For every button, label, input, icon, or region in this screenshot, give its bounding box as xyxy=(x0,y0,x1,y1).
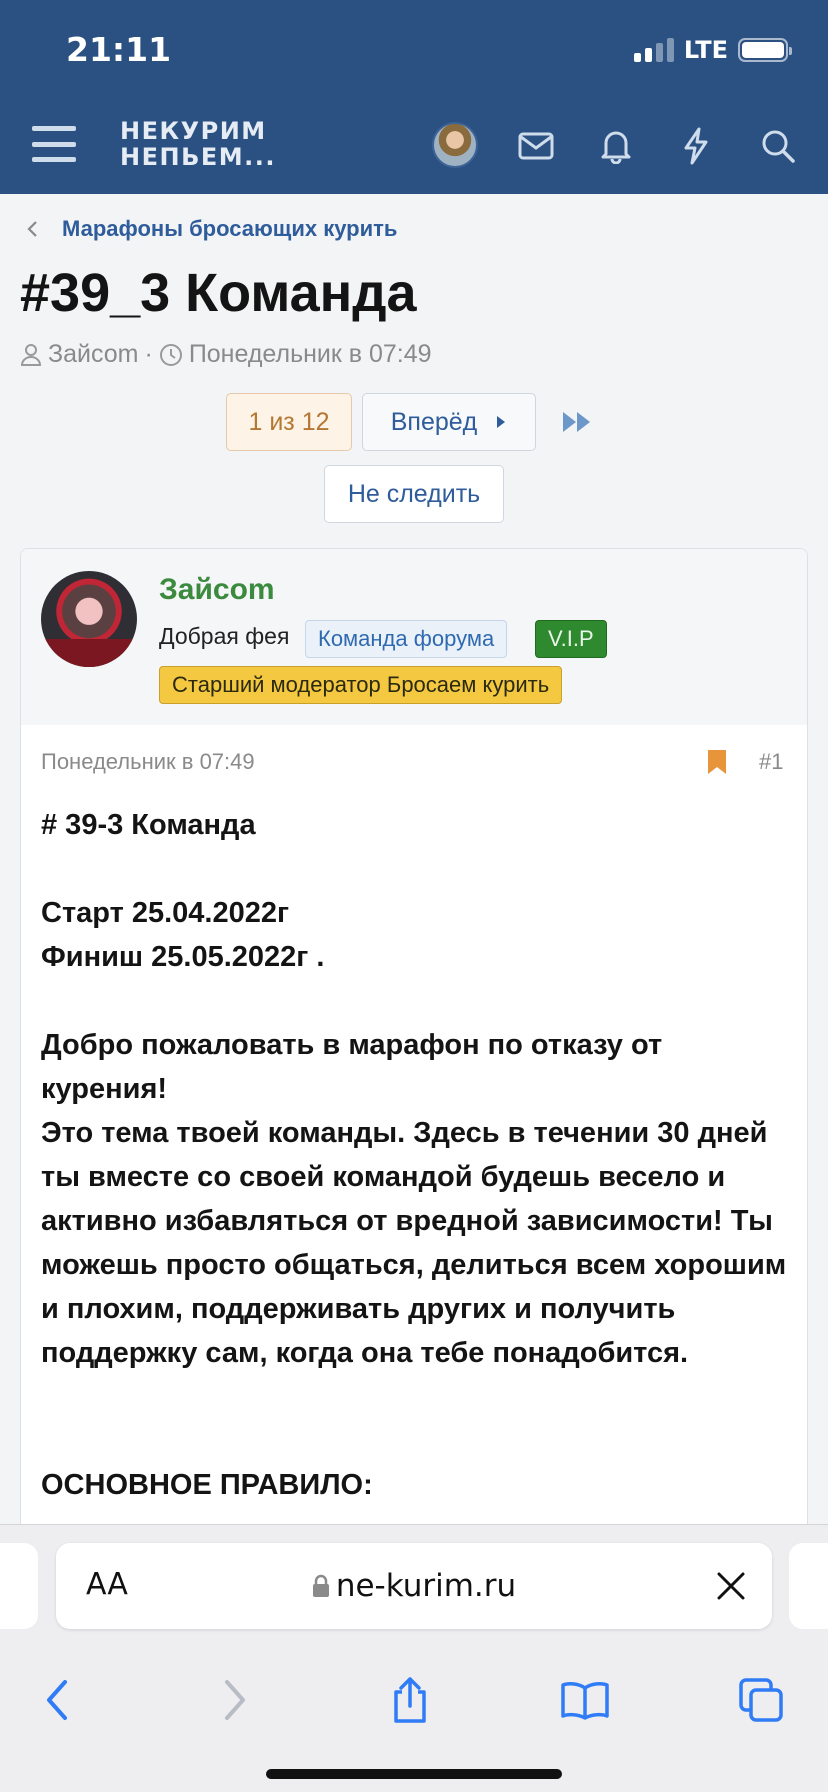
previous-tab-pill[interactable] xyxy=(0,1543,38,1629)
status-time: 21:11 xyxy=(66,30,172,69)
bookmarks-icon[interactable] xyxy=(560,1675,610,1725)
last-page-icon[interactable] xyxy=(560,405,594,439)
welcome-text: Добро пожаловать в марафон по отказу от … xyxy=(41,1029,663,1105)
status-indicators: LTE xyxy=(633,36,792,64)
description-text: Это тема твоей команды. Здесь в течении … xyxy=(41,1117,787,1369)
post-date[interactable]: Понедельник в 07:49 xyxy=(41,749,255,775)
site-logo[interactable]: НЕКУРИМ НЕПЬЕМ... xyxy=(120,118,276,170)
top-navigation-bar: 21:11 LTE НЕКУРИМ НЕПЬЕМ... xyxy=(0,0,828,194)
logo-line-1: НЕКУРИМ xyxy=(120,117,267,145)
forward-icon[interactable] xyxy=(210,1675,260,1725)
network-label: LTE xyxy=(683,36,728,64)
thread-date[interactable]: Понедельник в 07:49 xyxy=(189,340,432,369)
marathon-start: Старт 25.04.2022г xyxy=(41,897,290,929)
bell-icon[interactable] xyxy=(594,124,638,168)
next-page-button[interactable]: Вперёд xyxy=(362,393,536,451)
bookmark-icon[interactable] xyxy=(706,749,728,775)
logo-line-2: НЕПЬЕМ... xyxy=(120,143,276,171)
rules-heading: ОСНОВНОЕ ПРАВИЛО: xyxy=(41,1469,373,1501)
share-icon[interactable] xyxy=(385,1675,435,1725)
breadcrumb-link[interactable]: Марафоны бросающих курить xyxy=(62,216,397,242)
post-heading: # 39-3 Команда xyxy=(41,809,256,841)
post-body: # 39-3 Команда Старт 25.04.2022г Финиш 2… xyxy=(41,803,791,1507)
post-username[interactable]: Зайсоm xyxy=(159,573,275,607)
thread-author[interactable]: Зайсоm xyxy=(48,340,138,369)
lightning-icon[interactable] xyxy=(674,124,718,168)
url-text[interactable]: ne-kurim.ru xyxy=(336,1568,516,1604)
text-size-button[interactable]: AA xyxy=(86,1567,128,1602)
breadcrumb[interactable]: Марафоны бросающих курить xyxy=(22,216,397,242)
moderator-banner: Старший модератор Бросаем курить xyxy=(159,666,563,704)
unwatch-button[interactable]: Не следить xyxy=(324,465,504,523)
user-icon xyxy=(20,343,42,366)
mail-icon[interactable] xyxy=(514,124,558,168)
thread-meta: Зайсоm · Понедельник в 07:49 xyxy=(20,340,432,369)
address-bar[interactable]: ne-kurim.ru AA xyxy=(56,1543,772,1629)
meta-separator: · xyxy=(144,340,153,368)
lock-icon xyxy=(312,1574,329,1597)
post-card: Зайсоm Добрая фея Команда форума V.I.P С… xyxy=(20,548,808,1548)
avatar[interactable] xyxy=(432,122,478,168)
vip-banner: V.I.P xyxy=(535,620,607,658)
menu-icon[interactable] xyxy=(32,126,76,162)
back-icon[interactable] xyxy=(32,1675,82,1725)
browser-toolbar: ne-kurim.ru AA xyxy=(0,1524,828,1792)
next-tab-pill[interactable] xyxy=(789,1543,828,1629)
battery-icon xyxy=(738,38,792,62)
marathon-finish: Финиш 25.05.2022г . xyxy=(41,941,325,973)
signal-icon xyxy=(633,38,674,62)
caret-right-icon xyxy=(497,416,506,428)
tabs-icon[interactable] xyxy=(736,1675,786,1725)
chevron-left-icon xyxy=(27,221,37,237)
user-avatar[interactable] xyxy=(41,571,137,667)
team-banner: Команда форума xyxy=(305,620,508,658)
post-number[interactable]: #1 xyxy=(759,749,783,775)
clock-icon xyxy=(159,343,182,366)
home-indicator xyxy=(266,1769,562,1779)
search-icon[interactable] xyxy=(756,124,800,168)
post-user-header: Зайсоm Добрая фея Команда форума V.I.P С… xyxy=(21,549,807,725)
pagination: 1 из 12 Вперёд xyxy=(226,393,594,451)
page-title: #39_3 Команда xyxy=(20,263,417,323)
next-page-label: Вперёд xyxy=(390,407,478,436)
page-indicator[interactable]: 1 из 12 xyxy=(226,393,352,451)
user-title: Добрая фея xyxy=(159,623,290,649)
close-icon[interactable] xyxy=(716,1571,746,1601)
